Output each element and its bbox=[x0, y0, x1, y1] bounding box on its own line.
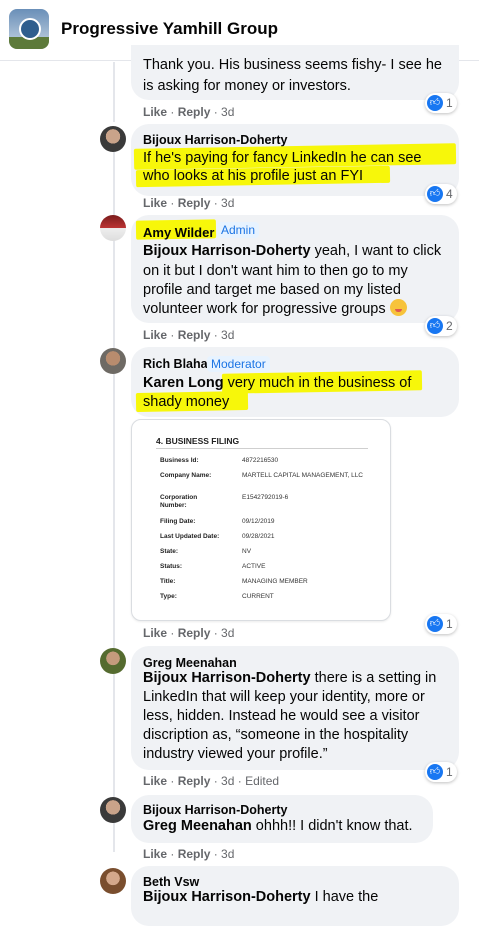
comment-text: Thank you. His business seems fishy- I s… bbox=[143, 57, 442, 73]
laughing-emoji-icon bbox=[389, 299, 407, 316]
comment-text: is asking for money or investors. bbox=[143, 78, 351, 94]
reaction-count[interactable]: 👍︎ 1 bbox=[425, 614, 457, 634]
mention-link[interactable]: Bijoux Harrison-Doherty bbox=[143, 243, 311, 259]
comment-text: industry viewed your profile.” bbox=[143, 746, 328, 762]
avatar[interactable] bbox=[100, 348, 126, 374]
reply-button[interactable]: Reply bbox=[178, 774, 211, 788]
mention-link[interactable]: Greg Meenahan bbox=[143, 818, 252, 834]
comment-text: less, hidden. Instead he would see a vis… bbox=[143, 708, 420, 724]
thread-line bbox=[113, 62, 115, 122]
comment-actions: Like · Reply · 3d bbox=[143, 847, 235, 861]
thumbs-up-icon: 👍︎ bbox=[427, 186, 443, 202]
comment-text: on it but I don't want him to then go to… bbox=[143, 263, 408, 279]
comment-author[interactable]: Rich Blaha bbox=[143, 357, 208, 371]
like-button[interactable]: Like bbox=[143, 774, 167, 788]
avatar[interactable] bbox=[100, 797, 126, 823]
avatar[interactable] bbox=[100, 648, 126, 674]
avatar[interactable] bbox=[100, 215, 126, 241]
reply-button[interactable]: Reply bbox=[178, 196, 211, 210]
comment-time[interactable]: 3d bbox=[221, 328, 234, 342]
comment-time[interactable]: 3d bbox=[221, 105, 234, 119]
comment-actions: Like · Reply · 3d bbox=[143, 105, 235, 119]
comment-text: Bijoux Harrison-Doherty yeah, I want to … bbox=[143, 243, 442, 259]
reaction-count[interactable]: 👍︎ 4 bbox=[425, 184, 457, 204]
comment-actions: Like · Reply · 3d · Edited bbox=[143, 774, 280, 788]
comment-text: Bijoux Harrison-Doherty there is a setti… bbox=[143, 670, 437, 686]
divider bbox=[156, 448, 368, 449]
comment-text: volunteer work for progressive groups bbox=[143, 299, 407, 320]
comment-actions: Like · Reply · 3d bbox=[143, 626, 235, 640]
like-button[interactable]: Like bbox=[143, 847, 167, 861]
reply-button[interactable]: Reply bbox=[178, 847, 211, 861]
thread-line bbox=[113, 152, 115, 852]
comment-time[interactable]: 3d bbox=[221, 774, 234, 788]
group-title[interactable]: Progressive Yamhill Group bbox=[61, 19, 278, 39]
reaction-count[interactable]: 👍︎ 1 bbox=[425, 762, 457, 782]
thumbs-up-icon: 👍︎ bbox=[427, 764, 443, 780]
mention-link[interactable]: Bijoux Harrison-Doherty bbox=[143, 670, 311, 686]
like-button[interactable]: Like bbox=[143, 328, 167, 342]
comment-text: discription as, “someone in the hospital… bbox=[143, 727, 409, 743]
thumbs-up-icon: 👍︎ bbox=[427, 616, 443, 632]
reaction-count[interactable]: 👍︎ 1 bbox=[425, 93, 457, 113]
edited-label: · Edited bbox=[234, 774, 280, 788]
comment-actions: Like · Reply · 3d bbox=[143, 328, 235, 342]
comment-time[interactable]: 3d bbox=[221, 626, 234, 640]
avatar[interactable] bbox=[100, 868, 126, 894]
admin-badge: Admin bbox=[217, 222, 260, 238]
comment-text: Karen Long very much in the business of bbox=[143, 375, 412, 391]
comment-author[interactable]: Amy Wilder bbox=[143, 225, 214, 240]
comment-time[interactable]: 3d bbox=[221, 847, 234, 861]
comment-text: shady money bbox=[143, 394, 230, 410]
reply-button[interactable]: Reply bbox=[178, 105, 211, 119]
reaction-count[interactable]: 👍︎ 2 bbox=[425, 316, 457, 336]
thumbs-up-icon: 👍︎ bbox=[427, 95, 443, 111]
comment-author[interactable]: Bijoux Harrison-Doherty bbox=[143, 803, 287, 817]
mention-link[interactable]: Karen Long bbox=[143, 375, 224, 391]
comment-text: Greg Meenahan ohhh!! I didn't know that. bbox=[143, 818, 413, 834]
avatar[interactable] bbox=[100, 126, 126, 152]
moderator-badge: Moderator bbox=[207, 356, 270, 372]
like-button[interactable]: Like bbox=[143, 626, 167, 640]
comment-text: LinkedIn that will keep your identity, m… bbox=[143, 689, 425, 705]
comment-author[interactable]: Bijoux Harrison-Doherty bbox=[143, 133, 287, 147]
like-button[interactable]: Like bbox=[143, 105, 167, 119]
comment-text: profile and target me based on my listed bbox=[143, 282, 401, 298]
comment-text: who looks at his profile just an FYI bbox=[143, 168, 364, 184]
mention-link[interactable]: Bijoux Harrison-Doherty bbox=[143, 889, 311, 905]
document-title: 4. BUSINESS FILING bbox=[156, 436, 240, 446]
attached-document-image[interactable]: 4. BUSINESS FILING Business Id: 487221653… bbox=[131, 419, 391, 621]
reply-button[interactable]: Reply bbox=[178, 626, 211, 640]
comment-time[interactable]: 3d bbox=[221, 196, 234, 210]
comment-actions: Like · Reply · 3d bbox=[143, 196, 235, 210]
comment-text: Bijoux Harrison-Doherty I have the bbox=[143, 889, 379, 905]
like-button[interactable]: Like bbox=[143, 196, 167, 210]
group-logo[interactable] bbox=[9, 9, 49, 49]
reply-button[interactable]: Reply bbox=[178, 328, 211, 342]
thumbs-up-icon: 👍︎ bbox=[427, 318, 443, 334]
